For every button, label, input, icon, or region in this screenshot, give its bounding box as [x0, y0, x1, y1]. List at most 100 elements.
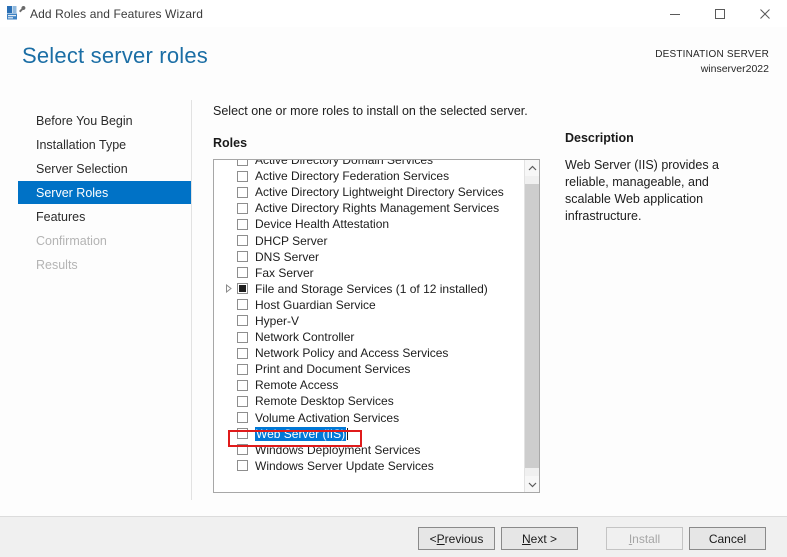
role-row[interactable]: Volume Activation Services — [214, 410, 524, 426]
cancel-button[interactable]: Cancel — [689, 527, 766, 550]
role-checkbox[interactable] — [237, 171, 248, 182]
role-checkbox[interactable] — [237, 315, 248, 326]
role-checkbox[interactable] — [237, 283, 248, 294]
role-row[interactable]: Remote Desktop Services — [214, 393, 524, 409]
roles-list: Active Directory Domain Services Active D… — [214, 160, 524, 474]
role-row[interactable]: Network Controller — [214, 329, 524, 345]
role-label: Windows Deployment Services — [255, 443, 420, 457]
minimize-icon[interactable] — [652, 0, 697, 27]
role-label: Volume Activation Services — [255, 411, 399, 425]
next-button[interactable]: Next > — [501, 527, 578, 550]
role-row[interactable]: Print and Document Services — [214, 361, 524, 377]
role-checkbox[interactable] — [237, 235, 248, 246]
sidebar-item-confirmation: Confirmation — [18, 229, 191, 252]
destination-server-name: winserver2022 — [655, 62, 769, 76]
role-checkbox[interactable] — [237, 267, 248, 278]
scrollbar-thumb[interactable] — [525, 184, 540, 468]
nav-divider — [191, 100, 192, 500]
role-label: File and Storage Services (1 of 12 insta… — [255, 282, 488, 296]
role-row[interactable]: Active Directory Lightweight Directory S… — [214, 184, 524, 200]
role-label: Network Policy and Access Services — [255, 346, 448, 360]
sidebar-item-label: Before You Begin — [36, 114, 133, 128]
role-row[interactable]: Host Guardian Service — [214, 297, 524, 313]
role-row[interactable]: Windows Deployment Services — [214, 442, 524, 458]
role-checkbox[interactable] — [237, 332, 248, 343]
focus-caret — [347, 428, 348, 440]
role-checkbox[interactable] — [237, 251, 248, 262]
role-row[interactable]: Web Server (IIS) — [214, 426, 524, 442]
role-row[interactable]: Hyper-V — [214, 313, 524, 329]
role-checkbox[interactable] — [237, 187, 248, 198]
role-checkbox[interactable] — [237, 348, 248, 359]
role-checkbox[interactable] — [237, 219, 248, 230]
sidebar-item-label: Installation Type — [36, 138, 126, 152]
chevron-down-icon[interactable] — [525, 476, 540, 492]
sidebar-item-server-selection[interactable]: Server Selection — [18, 157, 191, 180]
sidebar-item-results: Results — [18, 253, 191, 276]
page-header: Select server roles DESTINATION SERVER w… — [0, 27, 787, 95]
role-checkbox[interactable] — [237, 428, 248, 439]
role-row[interactable]: Device Health Attestation — [214, 216, 524, 232]
destination-server-block: DESTINATION SERVER winserver2022 — [655, 48, 769, 76]
close-icon[interactable] — [742, 0, 787, 27]
role-row[interactable]: File and Storage Services (1 of 12 insta… — [214, 281, 524, 297]
role-checkbox[interactable] — [237, 412, 248, 423]
sidebar-item-label: Features — [36, 210, 85, 224]
role-checkbox[interactable] — [237, 364, 248, 375]
role-label: Active Directory Lightweight Directory S… — [255, 185, 504, 199]
role-checkbox[interactable] — [237, 203, 248, 214]
role-row[interactable]: Network Policy and Access Services — [214, 345, 524, 361]
server-wizard-icon — [4, 3, 26, 25]
role-checkbox[interactable] — [237, 160, 248, 166]
role-row[interactable]: Windows Server Update Services — [214, 458, 524, 474]
description-pane: Description Web Server (IIS) provides a … — [565, 131, 780, 225]
install-button: Install — [606, 527, 683, 550]
sidebar-item-label: Server Selection — [36, 162, 128, 176]
instruction-text: Select one or more roles to install on t… — [213, 104, 528, 118]
sidebar-item-before-you-begin[interactable]: Before You Begin — [18, 109, 191, 132]
maximize-icon[interactable] — [697, 0, 742, 27]
role-label: DHCP Server — [255, 234, 327, 248]
role-row[interactable]: DNS Server — [214, 249, 524, 265]
role-label: Remote Desktop Services — [255, 394, 394, 408]
role-label: Remote Access — [255, 378, 338, 392]
roles-list-scrollbar[interactable] — [524, 160, 539, 492]
role-label: Web Server (IIS) — [255, 427, 346, 441]
wizard-body: Before You Begin Installation Type Server … — [0, 95, 787, 516]
page-title: Select server roles — [22, 43, 208, 69]
role-checkbox[interactable] — [237, 460, 248, 471]
role-label: Windows Server Update Services — [255, 459, 434, 473]
role-row[interactable]: Fax Server — [214, 265, 524, 281]
role-row[interactable]: DHCP Server — [214, 232, 524, 248]
role-row[interactable]: Active Directory Rights Management Servi… — [214, 200, 524, 216]
sidebar-item-installation-type[interactable]: Installation Type — [18, 133, 191, 156]
role-checkbox[interactable] — [237, 380, 248, 391]
add-roles-wizard-window: Add Roles and Features Wizard Select ser… — [0, 0, 787, 557]
chevron-up-icon[interactable] — [525, 160, 540, 176]
role-label: Device Health Attestation — [255, 217, 389, 231]
role-checkbox[interactable] — [237, 396, 248, 407]
role-label: Active Directory Federation Services — [255, 169, 449, 183]
role-label: Host Guardian Service — [255, 298, 376, 312]
role-checkbox[interactable] — [237, 299, 248, 310]
description-title: Description — [565, 131, 780, 145]
role-row[interactable]: Active Directory Federation Services — [214, 168, 524, 184]
sidebar-item-features[interactable]: Features — [18, 205, 191, 228]
role-label: Active Directory Rights Management Servi… — [255, 201, 499, 215]
role-label: DNS Server — [255, 250, 319, 264]
roles-content: Select one or more roles to install on t… — [213, 95, 787, 516]
previous-button[interactable]: < Previous — [418, 527, 495, 550]
sidebar-item-label: Server Roles — [36, 186, 108, 200]
role-row[interactable]: Active Directory Domain Services — [214, 160, 524, 168]
role-label: Print and Document Services — [255, 362, 410, 376]
wizard-footer: < Previous Next > Install Cancel — [0, 516, 787, 557]
sidebar-item-server-roles[interactable]: Server Roles — [18, 181, 191, 204]
role-row[interactable]: Remote Access — [214, 377, 524, 393]
window-title: Add Roles and Features Wizard — [30, 7, 203, 21]
sidebar-item-label: Confirmation — [36, 234, 107, 248]
role-checkbox[interactable] — [237, 444, 248, 455]
roles-listbox[interactable]: Active Directory Domain Services Active D… — [213, 159, 540, 493]
expand-triangle-icon[interactable] — [222, 282, 235, 295]
destination-server-label: DESTINATION SERVER — [655, 48, 769, 62]
role-label: Active Directory Domain Services — [255, 160, 433, 167]
